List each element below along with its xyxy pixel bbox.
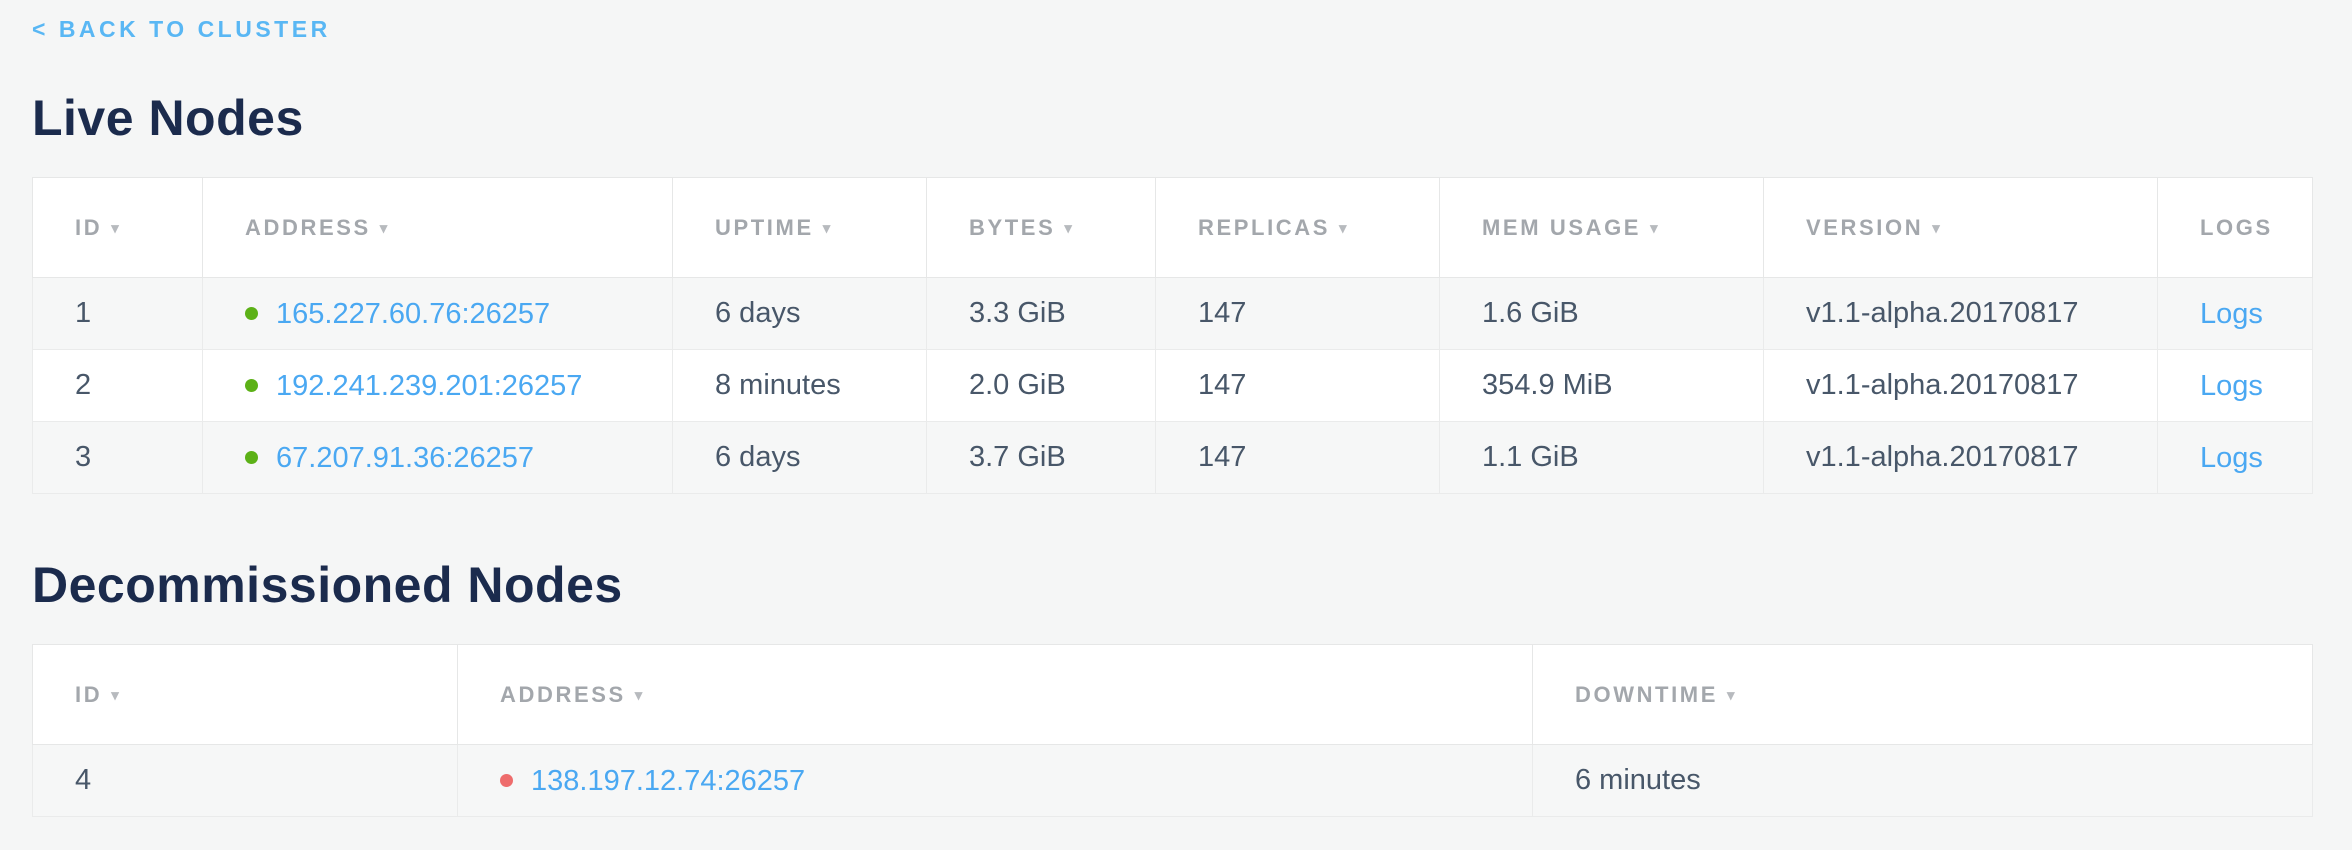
node-logs-cell: Logs	[2158, 422, 2313, 494]
column-label: ID	[75, 215, 102, 240]
node-logs-link[interactable]: Logs	[2200, 297, 2263, 329]
column-header-logs: LOGS	[2158, 178, 2313, 278]
live-nodes-table: ID ▾ ADDRESS ▾ UPTIME ▾ BYTES ▾ REPLICAS ▾ ME…	[32, 177, 2313, 494]
sort-arrow-icon: ▾	[823, 219, 833, 237]
node-replicas-cell: 147	[1156, 278, 1440, 350]
column-header-id[interactable]: ID ▾	[33, 645, 458, 745]
node-address-cell: 165.227.60.76:26257	[203, 278, 673, 350]
node-id-cell: 2	[33, 350, 203, 422]
node-bytes-cell: 3.7 GiB	[927, 422, 1156, 494]
back-to-cluster-link[interactable]: < BACK TO CLUSTER	[32, 16, 331, 43]
column-header-bytes[interactable]: BYTES ▾	[927, 178, 1156, 278]
column-header-address[interactable]: ADDRESS ▾	[203, 178, 673, 278]
node-logs-cell: Logs	[2158, 350, 2313, 422]
column-label: LOGS	[2200, 215, 2273, 240]
node-mem-usage-cell: 354.9 MiB	[1440, 350, 1764, 422]
live-status-dot-icon	[245, 379, 258, 392]
node-mem-usage-cell: 1.6 GiB	[1440, 278, 1764, 350]
nodes-page: < BACK TO CLUSTER Live Nodes ID ▾ ADDRESS…	[0, 0, 2352, 817]
node-bytes-cell: 3.3 GiB	[927, 278, 1156, 350]
node-mem-usage-cell: 1.1 GiB	[1440, 422, 1764, 494]
column-label: UPTIME	[715, 215, 814, 240]
node-id-cell: 3	[33, 422, 203, 494]
table-row: 3 67.207.91.36:26257 6 days 3.7 GiB 147 …	[33, 422, 2313, 494]
column-header-version[interactable]: VERSION ▾	[1764, 178, 2158, 278]
node-address-link[interactable]: 67.207.91.36:26257	[276, 441, 534, 473]
node-address-link[interactable]: 192.241.239.201:26257	[276, 369, 582, 401]
sort-arrow-icon: ▾	[380, 219, 390, 237]
column-label: VERSION	[1806, 215, 1923, 240]
table-row: 4 138.197.12.74:26257 6 minutes	[33, 745, 2313, 817]
decommissioned-nodes-title: Decommissioned Nodes	[32, 556, 2320, 614]
sort-arrow-icon: ▾	[1650, 219, 1660, 237]
node-address-cell: 138.197.12.74:26257	[458, 745, 1533, 817]
column-header-uptime[interactable]: UPTIME ▾	[673, 178, 927, 278]
column-label: ID	[75, 682, 102, 707]
node-version-cell: v1.1-alpha.20170817	[1764, 350, 2158, 422]
node-address-link[interactable]: 165.227.60.76:26257	[276, 297, 550, 329]
node-bytes-cell: 2.0 GiB	[927, 350, 1156, 422]
table-row: 1 165.227.60.76:26257 6 days 3.3 GiB 147…	[33, 278, 2313, 350]
node-replicas-cell: 147	[1156, 350, 1440, 422]
node-uptime-cell: 6 days	[673, 422, 927, 494]
decommissioned-nodes-header-row: ID ▾ ADDRESS ▾ DOWNTIME ▾	[33, 645, 2313, 745]
node-uptime-cell: 6 days	[673, 278, 927, 350]
node-replicas-cell: 147	[1156, 422, 1440, 494]
sort-arrow-icon: ▾	[111, 686, 121, 704]
decommissioned-status-dot-icon	[500, 774, 513, 787]
node-id-cell: 1	[33, 278, 203, 350]
column-label: DOWNTIME	[1575, 682, 1718, 707]
node-logs-cell: Logs	[2158, 278, 2313, 350]
column-label: MEM USAGE	[1482, 215, 1641, 240]
node-id-cell: 4	[33, 745, 458, 817]
live-nodes-header-row: ID ▾ ADDRESS ▾ UPTIME ▾ BYTES ▾ REPLICAS ▾ ME…	[33, 178, 2313, 278]
column-header-downtime[interactable]: DOWNTIME ▾	[1533, 645, 2313, 745]
column-label: BYTES	[969, 215, 1055, 240]
live-status-dot-icon	[245, 451, 258, 464]
node-address-cell: 192.241.239.201:26257	[203, 350, 673, 422]
sort-arrow-icon: ▾	[1932, 219, 1942, 237]
decommissioned-nodes-table: ID ▾ ADDRESS ▾ DOWNTIME ▾ 4 138.197.12.74:2…	[32, 644, 2313, 817]
column-label: REPLICAS	[1198, 215, 1330, 240]
node-version-cell: v1.1-alpha.20170817	[1764, 278, 2158, 350]
table-row: 2 192.241.239.201:26257 8 minutes 2.0 Gi…	[33, 350, 2313, 422]
sort-arrow-icon: ▾	[1339, 219, 1349, 237]
column-label: ADDRESS	[245, 215, 371, 240]
node-logs-link[interactable]: Logs	[2200, 441, 2263, 473]
node-logs-link[interactable]: Logs	[2200, 369, 2263, 401]
sort-arrow-icon: ▾	[111, 219, 121, 237]
live-status-dot-icon	[245, 307, 258, 320]
node-version-cell: v1.1-alpha.20170817	[1764, 422, 2158, 494]
sort-arrow-icon: ▾	[1727, 686, 1737, 704]
node-address-cell: 67.207.91.36:26257	[203, 422, 673, 494]
column-label: ADDRESS	[500, 682, 626, 707]
column-header-mem-usage[interactable]: MEM USAGE ▾	[1440, 178, 1764, 278]
node-uptime-cell: 8 minutes	[673, 350, 927, 422]
node-downtime-cell: 6 minutes	[1533, 745, 2313, 817]
column-header-address[interactable]: ADDRESS ▾	[458, 645, 1533, 745]
live-nodes-title: Live Nodes	[32, 89, 2320, 147]
sort-arrow-icon: ▾	[1064, 219, 1074, 237]
column-header-replicas[interactable]: REPLICAS ▾	[1156, 178, 1440, 278]
column-header-id[interactable]: ID ▾	[33, 178, 203, 278]
sort-arrow-icon: ▾	[635, 686, 645, 704]
node-address-link[interactable]: 138.197.12.74:26257	[531, 764, 805, 796]
